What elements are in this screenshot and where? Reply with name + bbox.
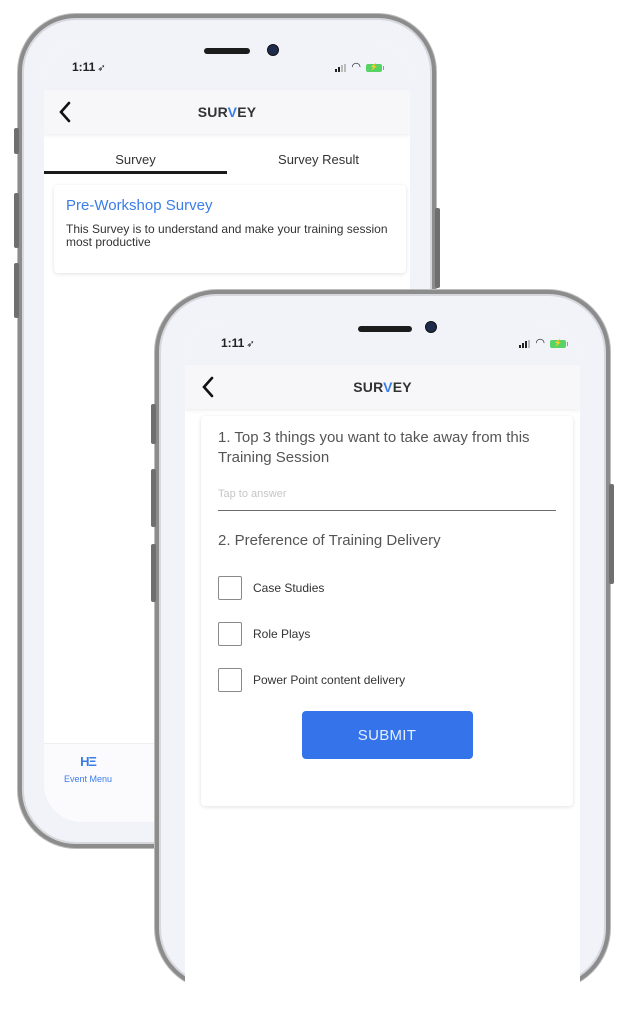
option-case-studies[interactable]: Case Studies <box>218 573 556 603</box>
signal-icon <box>519 339 531 348</box>
page-title: SURVEY <box>198 104 257 120</box>
answer-input[interactable] <box>218 474 556 511</box>
camera-icon <box>267 44 279 56</box>
camera-icon <box>425 321 437 333</box>
tab-bar: Survey Survey Result <box>44 140 410 174</box>
tab-survey[interactable]: Survey <box>44 140 227 174</box>
status-time: 1:11 ➶ <box>221 336 255 350</box>
mute-switch <box>14 128 19 154</box>
tab-survey-result[interactable]: Survey Result <box>227 140 410 172</box>
mute-switch <box>151 404 156 444</box>
question-2: 2. Preference of Training Delivery <box>218 532 441 549</box>
back-button[interactable] <box>52 98 78 126</box>
power-button <box>609 484 614 584</box>
wifi-icon: ◠ <box>535 337 545 349</box>
back-button[interactable] <box>195 373 221 401</box>
submit-button[interactable]: SUBMIT <box>301 711 473 759</box>
delivery-options: Case Studies Role Plays Power Point cont… <box>218 573 556 695</box>
system-icons: ◠ ⚡ <box>335 61 384 73</box>
battery-charging-icon: ⚡ <box>550 339 568 348</box>
volume-down-button <box>14 263 19 318</box>
option-role-plays[interactable]: Role Plays <box>218 619 556 649</box>
title-part: EY <box>392 379 412 395</box>
checkbox[interactable] <box>218 622 242 646</box>
checkbox[interactable] <box>218 668 242 692</box>
battery-charging-icon: ⚡ <box>366 63 384 72</box>
event-menu-label: Event Menu <box>63 774 113 784</box>
event-menu-icon: HΞ <box>80 754 97 769</box>
location-arrow-icon: ➶ <box>97 63 106 74</box>
nav-bar: SURVEY <box>44 90 410 134</box>
title-part: EY <box>237 104 257 120</box>
wifi-icon: ◠ <box>351 61 361 73</box>
time-text: 1:11 <box>221 336 245 350</box>
title-accent: V <box>227 104 238 120</box>
question-1: 1. Top 3 things you want to take away fr… <box>218 429 530 466</box>
chevron-left-icon <box>202 376 214 398</box>
front-phone: 1:11 ➶ ◠ ⚡ SURVEY 1. Top 3 things you wan… <box>151 290 614 1026</box>
speaker-icon <box>204 48 250 54</box>
event-menu-button[interactable]: HΞ Event Menu <box>54 754 122 784</box>
signal-icon <box>335 63 347 72</box>
option-power-point[interactable]: Power Point content delivery <box>218 665 556 695</box>
survey-title[interactable]: Pre-Workshop Survey <box>66 197 394 214</box>
survey-description: This Survey is to understand and make yo… <box>66 222 388 249</box>
location-arrow-icon: ➶ <box>246 339 255 350</box>
nav-bar: SURVEY <box>185 365 580 409</box>
volume-down-button <box>151 544 156 602</box>
page-title: SURVEY <box>353 379 412 395</box>
notch <box>134 40 324 74</box>
status-time: 1:11 ➶ <box>72 60 106 74</box>
title-accent: V <box>383 379 393 395</box>
system-icons: ◠ ⚡ <box>519 337 568 349</box>
volume-up-button <box>151 469 156 527</box>
checkbox[interactable] <box>218 576 242 600</box>
speaker-icon <box>358 326 412 332</box>
chevron-left-icon <box>59 101 71 123</box>
title-part: SUR <box>197 104 228 120</box>
front-screen: 1:11 ➶ ◠ ⚡ SURVEY 1. Top 3 things you wan… <box>185 320 580 1026</box>
title-part: SUR <box>353 379 384 395</box>
survey-card[interactable]: Pre-Workshop Survey This Survey is to un… <box>54 185 406 273</box>
volume-up-button <box>14 193 19 248</box>
power-button <box>435 208 440 288</box>
option-label: Case Studies <box>253 581 325 595</box>
option-label: Role Plays <box>253 627 311 641</box>
survey-form: 1. Top 3 things you want to take away fr… <box>201 416 573 806</box>
time-text: 1:11 <box>72 60 96 74</box>
option-label: Power Point content delivery <box>253 673 406 687</box>
